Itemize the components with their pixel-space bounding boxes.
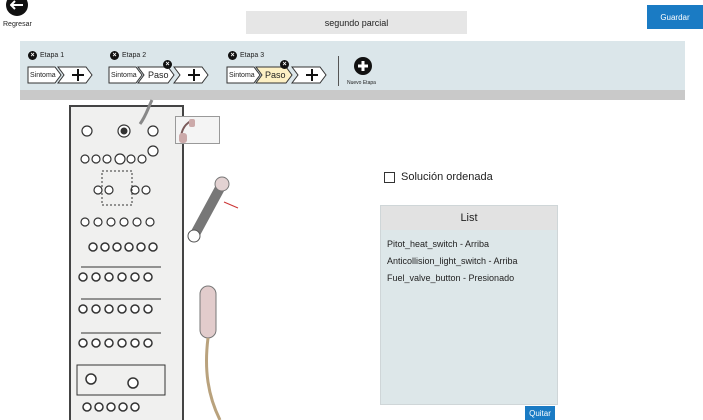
close-icon[interactable]: × <box>228 51 237 60</box>
divider <box>338 56 339 86</box>
save-button[interactable]: Guardar <box>647 5 703 29</box>
stage-1-header: × Etapa 1 <box>28 51 64 60</box>
step-label: Sintoma <box>30 71 56 79</box>
stage-2-header: × Etapa 2 <box>110 51 146 60</box>
app-root: Regresar segundo parcial Guardar × Etapa… <box>0 0 703 420</box>
stages-scrollbar[interactable] <box>20 90 685 100</box>
microphone-cable-graphic[interactable] <box>190 280 230 420</box>
stage-3-add-step-button[interactable] <box>291 66 327 84</box>
close-icon[interactable]: × <box>163 60 172 69</box>
back-label: Regresar <box>3 21 32 28</box>
back-button[interactable] <box>6 0 28 16</box>
stage-1-label: Etapa 1 <box>40 52 65 59</box>
stage-3-header: × Etapa 3 <box>228 51 264 60</box>
list-item[interactable]: Anticollision_light_switch - Arriba <box>387 253 551 270</box>
ordered-solution-toggle[interactable]: Solución ordenada <box>384 171 493 183</box>
cockpit-panel-image[interactable] <box>69 105 184 420</box>
close-icon[interactable]: × <box>28 51 37 60</box>
add-stage-label: Nuevo Etapa <box>347 80 376 86</box>
close-icon[interactable]: × <box>110 51 119 60</box>
stage-3-step-2[interactable]: Paso <box>255 66 293 84</box>
list-items: Pitot_heat_switch - Arriba Anticollision… <box>381 230 557 293</box>
ordered-solution-checkbox[interactable] <box>384 171 395 183</box>
remove-button[interactable]: Quitar <box>525 406 555 420</box>
control-knob-graphic[interactable] <box>184 174 244 244</box>
arrow-left-icon <box>10 0 23 10</box>
switch-panel-graphic <box>76 124 166 412</box>
stage-1-add-step-button[interactable] <box>57 66 93 84</box>
actions-list-panel: List Pitot_heat_switch - Arriba Anticoll… <box>380 205 558 405</box>
stage-2-step-2[interactable]: Paso <box>137 66 175 84</box>
stage-2-label: Etapa 2 <box>122 52 147 59</box>
list-item[interactable]: Fuel_valve_button - Presionado <box>387 270 551 287</box>
plus-icon <box>358 61 368 71</box>
add-stage-button[interactable] <box>354 57 372 75</box>
stage-2-add-step-button[interactable] <box>173 66 209 84</box>
step-label: Sintoma <box>229 71 255 79</box>
ordered-solution-label: Solución ordenada <box>401 171 493 183</box>
stage-3-label: Etapa 3 <box>240 52 265 59</box>
headset-thumbnail[interactable] <box>175 116 220 144</box>
list-title: List <box>381 206 557 230</box>
exercise-title-field[interactable]: segundo parcial <box>246 11 467 34</box>
list-item[interactable]: Pitot_heat_switch - Arriba <box>387 236 551 253</box>
step-label: Sintoma <box>111 71 137 79</box>
headset-icon <box>179 119 195 143</box>
close-icon[interactable]: × <box>280 60 289 69</box>
